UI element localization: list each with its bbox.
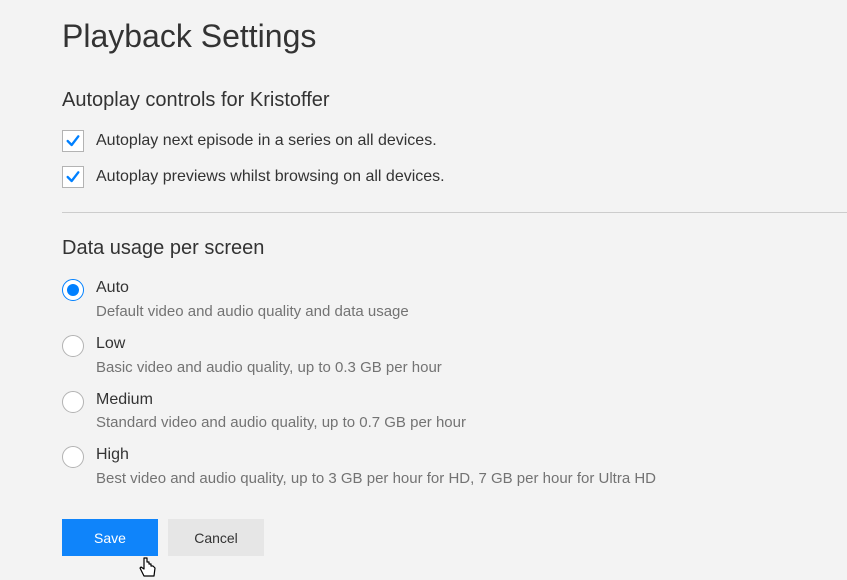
- cursor-pointer-icon: [138, 556, 158, 580]
- data-usage-auto-desc: Default video and audio quality and data…: [96, 303, 409, 320]
- autoplay-next-episode-row: Autoplay next episode in a series on all…: [62, 130, 847, 152]
- data-usage-low-desc: Basic video and audio quality, up to 0.3…: [96, 359, 442, 376]
- autoplay-next-episode-label: Autoplay next episode in a series on all…: [96, 132, 437, 150]
- data-usage-auto-row: Auto Default video and audio quality and…: [62, 278, 847, 320]
- page-title: Playback Settings: [62, 18, 847, 55]
- data-usage-low-row: Low Basic video and audio quality, up to…: [62, 334, 847, 376]
- save-button[interactable]: Save: [62, 519, 158, 556]
- data-usage-heading: Data usage per screen: [62, 237, 847, 260]
- autoplay-previews-label: Autoplay previews whilst browsing on all…: [96, 168, 445, 186]
- data-usage-auto-radio[interactable]: [62, 279, 84, 301]
- data-usage-medium-row: Medium Standard video and audio quality,…: [62, 390, 847, 432]
- button-row: Save Cancel: [62, 519, 847, 556]
- data-usage-medium-desc: Standard video and audio quality, up to …: [96, 414, 466, 431]
- checkmark-icon: [65, 169, 81, 185]
- section-divider: [62, 212, 847, 213]
- autoplay-previews-checkbox[interactable]: [62, 166, 84, 188]
- checkmark-icon: [65, 133, 81, 149]
- autoplay-previews-row: Autoplay previews whilst browsing on all…: [62, 166, 847, 188]
- data-usage-low-radio[interactable]: [62, 335, 84, 357]
- data-usage-high-label: High: [96, 445, 656, 466]
- data-usage-medium-label: Medium: [96, 390, 466, 411]
- autoplay-next-episode-checkbox[interactable]: [62, 130, 84, 152]
- data-usage-low-label: Low: [96, 334, 442, 355]
- data-usage-high-row: High Best video and audio quality, up to…: [62, 445, 847, 487]
- data-usage-medium-radio[interactable]: [62, 391, 84, 413]
- autoplay-heading: Autoplay controls for Kristoffer: [62, 89, 847, 112]
- data-usage-high-desc: Best video and audio quality, up to 3 GB…: [96, 470, 656, 487]
- cancel-button[interactable]: Cancel: [168, 519, 264, 556]
- data-usage-high-radio[interactable]: [62, 446, 84, 468]
- data-usage-auto-label: Auto: [96, 278, 409, 299]
